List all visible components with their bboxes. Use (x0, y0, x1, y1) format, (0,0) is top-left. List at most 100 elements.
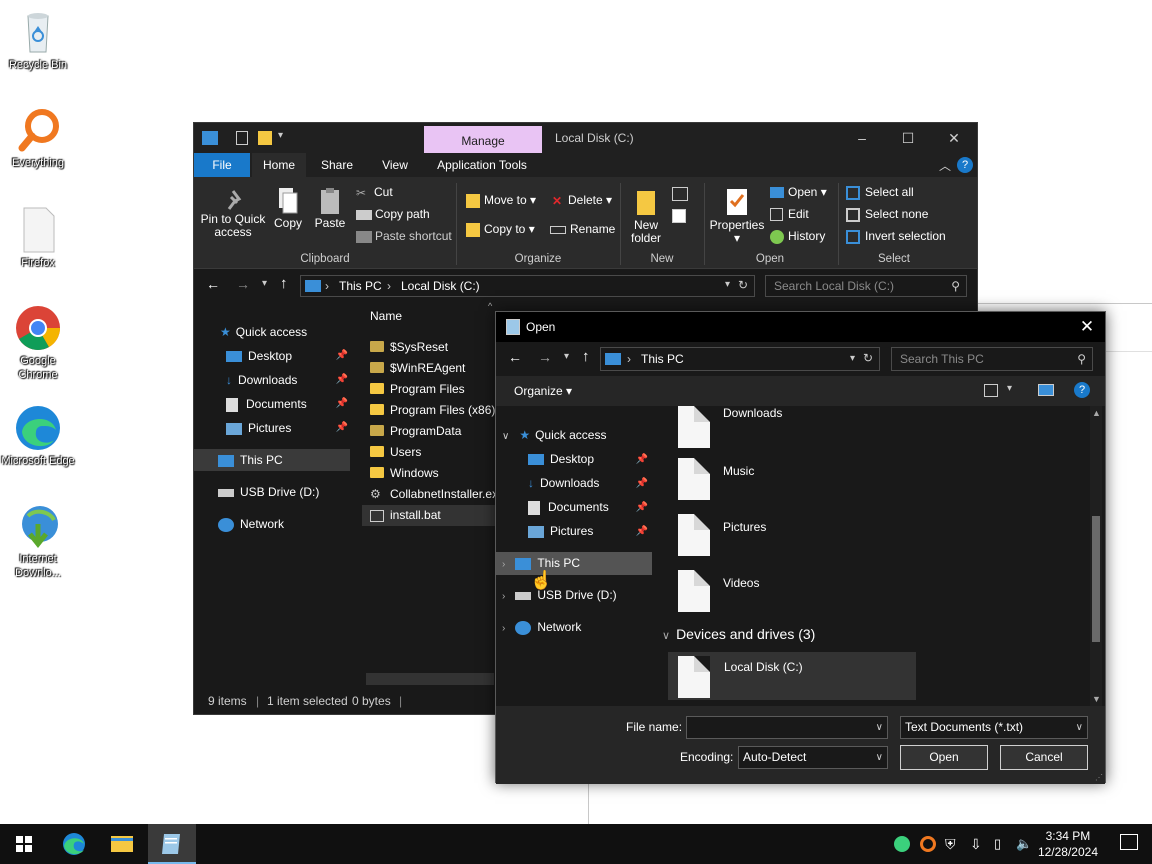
list-item[interactable]: Users (362, 442, 500, 463)
select-none-button[interactable]: Select none (846, 207, 928, 222)
address-bar[interactable]: › This PC › Local Disk (C:) ▾ ↻ (300, 275, 755, 297)
copy-path-button[interactable]: Copy path (356, 207, 430, 221)
encoding-select[interactable]: Auto-Detect ∨ (738, 746, 888, 769)
taskbar-file-explorer-button[interactable] (98, 824, 146, 864)
desktop-icon-everything[interactable]: Everything (0, 106, 76, 170)
section-header-devices[interactable]: ∨ Devices and drives (3) (662, 626, 815, 642)
breadcrumb-local-disk[interactable]: Local Disk (C:) (401, 279, 480, 293)
start-button[interactable] (0, 824, 48, 864)
refresh-icon[interactable]: ↻ (738, 278, 748, 292)
open-button[interactable]: Open (900, 745, 988, 770)
list-item[interactable]: $WinREAgent (362, 358, 500, 379)
tree-item-desktop[interactable]: Desktop 📌 (496, 448, 652, 471)
network-tray-icon[interactable]: ▯ (994, 836, 1010, 852)
folder-tile-downloads[interactable]: Downloads (678, 406, 898, 456)
paste-button[interactable]: Paste (312, 187, 348, 230)
vertical-scrollbar[interactable]: ▲ ▼ (1090, 406, 1102, 706)
search-input[interactable]: Search Local Disk (C:) ⚲ (765, 275, 967, 297)
resize-grip-icon[interactable]: ⋰ (1095, 773, 1103, 782)
organize-button[interactable]: Organize ▾ (514, 384, 572, 398)
refresh-icon[interactable]: ↻ (863, 351, 873, 365)
tray-app-icon[interactable] (894, 836, 910, 852)
scrollbar-thumb[interactable] (1092, 516, 1100, 642)
horizontal-scrollbar[interactable] (366, 673, 494, 685)
drive-tile-local-disk[interactable]: Local Disk (C:) (668, 652, 916, 700)
tree-item-documents[interactable]: Documents 📌 (496, 496, 652, 519)
nav-item-quick-access[interactable]: ★ Quick access (194, 321, 350, 343)
idm-tray-icon[interactable]: ⇩ (970, 836, 986, 852)
close-button[interactable]: ✕ (1069, 312, 1105, 342)
tab-share[interactable]: Share (310, 153, 364, 177)
taskbar-clock[interactable]: 3:34 PM 12/28/2024 (1038, 828, 1098, 860)
open-button[interactable]: Open ▾ (770, 185, 827, 199)
history-button[interactable]: History (770, 229, 825, 244)
collapse-ribbon-icon[interactable]: ︿ (939, 157, 951, 174)
nav-item-documents[interactable]: Documents 📌 (194, 393, 350, 415)
file-name-input[interactable]: ∨ (686, 716, 888, 739)
minimize-button[interactable]: – (839, 123, 885, 153)
tab-application-tools[interactable]: Application Tools (426, 153, 538, 177)
copy-button[interactable]: Copy (270, 187, 306, 230)
help-icon[interactable]: ? (957, 157, 973, 173)
folder-tile-pictures[interactable]: Pictures (678, 514, 898, 564)
nav-item-this-pc[interactable]: This PC (194, 449, 350, 471)
view-options-icon[interactable] (984, 384, 998, 397)
pin-to-quick-access-button[interactable]: Pin to Quick access (200, 189, 266, 239)
preview-pane-icon[interactable] (1038, 384, 1054, 396)
tree-item-this-pc[interactable]: › This PC (496, 552, 652, 575)
easy-access-icon[interactable] (672, 209, 686, 223)
tree-item-downloads[interactable]: ↓ Downloads 📌 (496, 472, 652, 495)
tab-home[interactable]: Home (252, 153, 306, 177)
everything-tray-icon[interactable] (920, 836, 936, 852)
tree-item-usb-drive[interactable]: › USB Drive (D:) (496, 584, 652, 607)
recent-locations-icon[interactable]: ▾ (262, 278, 267, 289)
move-to-button[interactable]: Move to ▾ (466, 193, 536, 208)
chevron-down-icon[interactable]: ▾ (278, 130, 283, 141)
cancel-button[interactable]: Cancel (1000, 745, 1088, 770)
breadcrumb-this-pc[interactable]: This PC (641, 352, 684, 366)
dialog-address-bar[interactable]: › This PC ▾ ↻ (600, 347, 880, 371)
chevron-down-icon[interactable]: ∨ (876, 717, 883, 738)
taskbar-notepad-button[interactable] (148, 824, 196, 864)
new-folder-quick-icon[interactable] (258, 131, 272, 145)
list-item[interactable]: Windows (362, 463, 500, 484)
desktop-icon-chrome[interactable]: Google Chrome (0, 304, 76, 382)
notification-center-icon[interactable] (1120, 834, 1138, 850)
nav-item-network[interactable]: Network (194, 513, 350, 535)
nav-item-pictures[interactable]: Pictures 📌 (194, 417, 350, 439)
edit-button[interactable]: Edit (770, 207, 809, 222)
paste-shortcut-button[interactable]: Paste shortcut (356, 229, 452, 243)
tree-item-quick-access[interactable]: ∨ ★ Quick access (496, 424, 652, 447)
chevron-down-icon[interactable]: ▾ (725, 279, 730, 290)
desktop-icon-firefox[interactable]: Firefox (0, 206, 76, 270)
select-all-button[interactable]: Select all (846, 185, 914, 200)
tab-view[interactable]: View (368, 153, 422, 177)
help-icon[interactable]: ? (1074, 382, 1090, 398)
file-type-select[interactable]: Text Documents (*.txt) ∨ (900, 716, 1088, 739)
back-arrow-icon[interactable]: ← (508, 349, 522, 365)
breadcrumb-this-pc[interactable]: This PC (339, 279, 382, 293)
nav-item-usb-drive[interactable]: USB Drive (D:) (194, 481, 350, 503)
invert-selection-button[interactable]: Invert selection (846, 229, 946, 244)
scroll-down-icon[interactable]: ▼ (1092, 694, 1101, 704)
rename-button[interactable]: Rename (550, 222, 615, 236)
tree-item-pictures[interactable]: Pictures 📌 (496, 520, 652, 543)
folder-tile-music[interactable]: Music (678, 458, 898, 508)
forward-arrow-icon[interactable]: → (538, 349, 552, 365)
new-item-icon[interactable] (672, 187, 688, 201)
scroll-up-icon[interactable]: ▲ (1092, 408, 1101, 418)
copy-to-button[interactable]: Copy to ▾ (466, 222, 535, 237)
chevron-down-icon[interactable]: ▾ (1007, 383, 1012, 394)
column-header-name[interactable]: Name (370, 309, 402, 323)
cut-button[interactable]: ✂ Cut (356, 185, 393, 200)
volume-muted-icon[interactable]: 🔈 (1016, 836, 1032, 852)
nav-item-downloads[interactable]: ↓ Downloads 📌 (194, 369, 350, 391)
list-item[interactable]: $SysReset (362, 337, 500, 358)
forward-arrow-icon[interactable]: → (236, 276, 250, 292)
desktop-icon-recycle-bin[interactable]: Recycle Bin (0, 8, 76, 72)
tab-manage[interactable]: Manage (424, 126, 542, 153)
chevron-down-icon[interactable]: ▾ (850, 353, 855, 364)
dialog-search-input[interactable]: Search This PC ⚲ (891, 347, 1093, 371)
up-arrow-icon[interactable]: ↑ (280, 275, 288, 292)
tab-file[interactable]: File (194, 153, 250, 177)
